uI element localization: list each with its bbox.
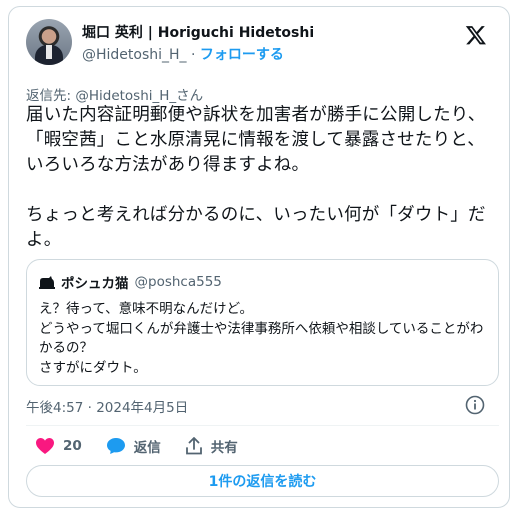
quoted-author-name: ポシュカ猫	[61, 276, 129, 292]
read-replies-button[interactable]: 1件の返信を読む	[26, 465, 499, 497]
divider	[26, 425, 499, 426]
x-logo-icon[interactable]	[465, 24, 487, 46]
quoted-tweet[interactable]: ポシュカ猫 @poshca555 え？待って、意味不明なんだけど。 どうやって堀…	[26, 259, 499, 386]
tweet-timestamp[interactable]: 午後4:57 · 2024年4月5日	[26, 396, 188, 416]
info-icon[interactable]	[465, 395, 485, 415]
share-label: 共有	[210, 440, 238, 456]
like-count: 20	[63, 438, 82, 454]
reply-bubble-icon	[106, 438, 125, 454]
author-name[interactable]: 堀口 英利 | Horiguchi Hidetoshi	[82, 22, 314, 42]
like-button[interactable]: 20	[35, 437, 82, 455]
author-name-row: 堀口 英利 | Horiguchi Hidetoshi	[82, 22, 314, 42]
cat-avatar-icon	[39, 276, 55, 289]
reply-to-line: 返信先: @Hidetoshi_H_さん	[26, 84, 203, 104]
tweet-card: 堀口 英利 | Horiguchi Hidetoshi @Hidetoshi_H…	[8, 6, 510, 508]
follow-button[interactable]: フォローする	[200, 47, 284, 63]
author-avatar[interactable]	[26, 19, 72, 65]
tweet-text: 届いた内容証明郵便や訴状を加害者が勝手に公開したり、「暇空茜」こと水原清晃に情報…	[26, 105, 486, 250]
handle-separator: ·	[191, 47, 196, 63]
quoted-tweet-header: ポシュカ猫 @poshca555	[39, 272, 222, 292]
reply-label: 返信	[133, 440, 161, 456]
reply-to-prefix: 返信先:	[26, 88, 76, 104]
author-handle-row: @Hidetoshi_H_ · フォローする	[82, 44, 284, 64]
share-upload-icon	[185, 437, 202, 455]
quoted-author-handle: @poshca555	[134, 274, 222, 290]
share-button[interactable]: 共有	[185, 436, 238, 456]
author-handle[interactable]: @Hidetoshi_H_	[82, 47, 187, 63]
action-bar: 20 返信 共有	[35, 436, 262, 456]
quoted-tweet-text: え？待って、意味不明なんだけど。 どうやって堀口くんが弁護士や法律事務所へ依頼や…	[39, 301, 484, 376]
heart-icon	[36, 438, 54, 454]
avatar-shirt	[46, 45, 52, 59]
reply-to-mention[interactable]: @Hidetoshi_H_さん	[75, 88, 203, 104]
reply-button[interactable]: 返信	[106, 436, 161, 456]
